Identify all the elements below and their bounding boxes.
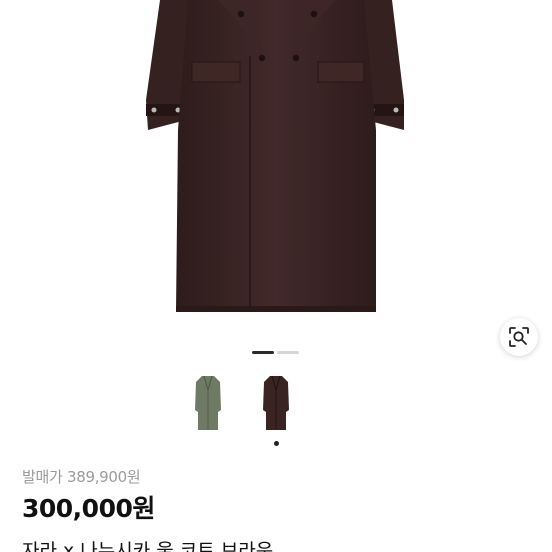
- original-price: 발매가 389,900원: [22, 468, 141, 486]
- image-search-icon: [509, 327, 529, 347]
- image-search-button[interactable]: [500, 318, 538, 356]
- product-title: 자라 x 나누시카 울 코트 브라운: [22, 540, 274, 552]
- thumbnail-brown-coat[interactable]: [248, 368, 304, 438]
- indicator-inactive-segment[interactable]: [277, 351, 299, 354]
- selected-thumbnail-dot: [274, 441, 279, 446]
- brown-coat-thumb-image: [263, 375, 289, 430]
- color-thumbnail-list: [180, 368, 320, 448]
- sale-price: 300,000원: [22, 494, 155, 523]
- product-image-gallery[interactable]: [0, 0, 552, 340]
- olive-coat-thumb-image: [195, 375, 221, 430]
- thumbnail-olive-green-coat[interactable]: [180, 368, 236, 438]
- coat-main-image: [146, 0, 404, 312]
- gallery-page-indicator: [252, 351, 300, 355]
- indicator-active-segment: [252, 351, 274, 354]
